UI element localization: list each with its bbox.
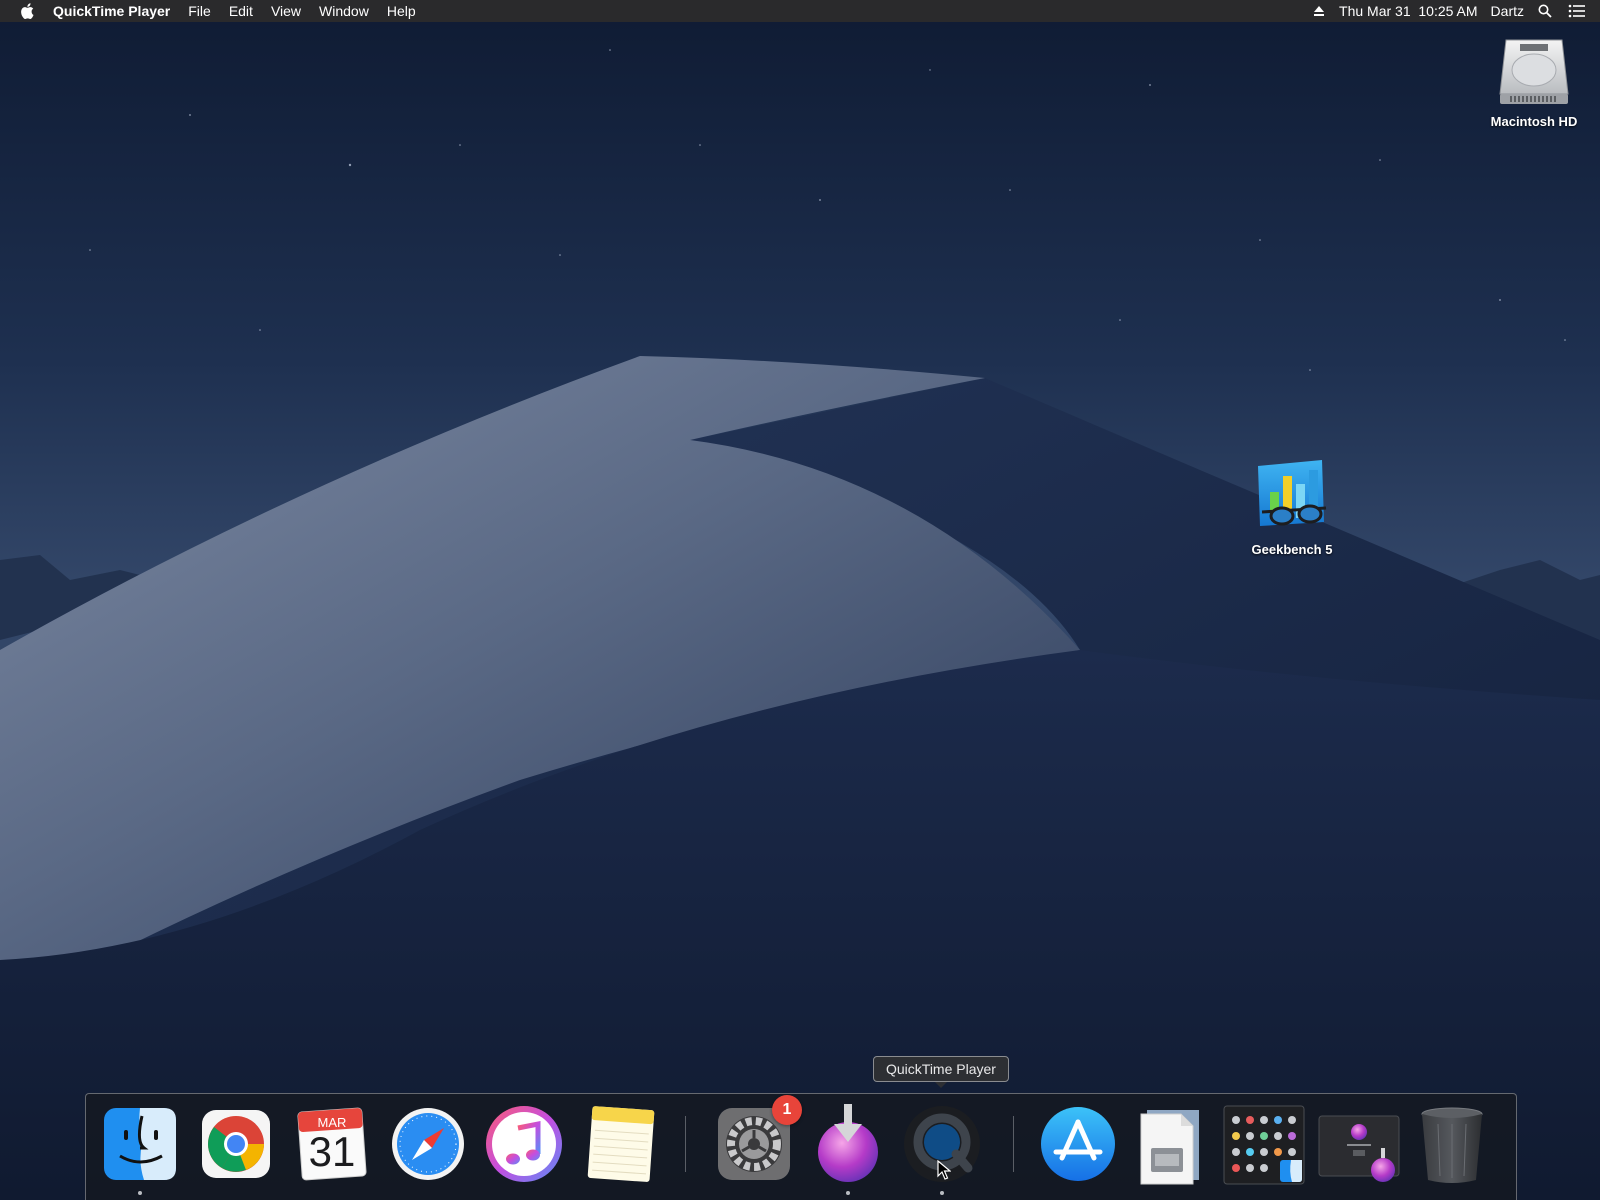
menu-window[interactable]: Window (319, 3, 369, 19)
calendar-day: 31 (308, 1128, 356, 1175)
app-menu-quicktime[interactable]: QuickTime Player (53, 3, 170, 19)
app-store-icon (1041, 1107, 1115, 1181)
menubar-clock[interactable]: Thu Mar 31 10:25 AM (1339, 3, 1478, 19)
spotlight-search-icon[interactable] (1538, 4, 1552, 18)
menu-help[interactable]: Help (387, 3, 416, 19)
running-indicator (138, 1191, 142, 1195)
dock-item-macos-monterey[interactable] (1317, 1102, 1401, 1186)
document-icon (1140, 1110, 1199, 1185)
trash-icon (1421, 1107, 1483, 1183)
dock-item-document[interactable] (1129, 1102, 1213, 1186)
desktop-wallpaper (0, 0, 1600, 1200)
notification-badge: 1 (772, 1095, 802, 1125)
desktop-icon-macintosh-hd[interactable]: Macintosh HD (1479, 32, 1589, 129)
dock-item-app-store[interactable] (1036, 1102, 1120, 1186)
itunes-icon (486, 1106, 562, 1182)
applications-folder-icon (1223, 1105, 1305, 1185)
dock-item-finder[interactable] (98, 1102, 182, 1195)
dock-item-safari[interactable] (386, 1102, 470, 1186)
dock-separator (685, 1116, 686, 1172)
monterey-window-icon (1318, 1115, 1400, 1182)
eject-icon[interactable] (1313, 5, 1325, 17)
dock: MAR 31 1 (85, 1093, 1517, 1200)
dock-tooltip: QuickTime Player (873, 1056, 1009, 1088)
safari-icon (392, 1108, 464, 1180)
desktop-icon-label: Geekbench 5 (1251, 542, 1333, 557)
dock-item-system-preferences[interactable]: 1 (712, 1095, 802, 1186)
menu-file[interactable]: File (188, 3, 211, 19)
desktop-icon-geekbench-5[interactable]: Geekbench 5 (1237, 456, 1347, 557)
menu-edit[interactable]: Edit (229, 3, 253, 19)
running-indicator (846, 1191, 850, 1195)
menubar-user[interactable]: Dartz (1491, 3, 1524, 19)
geekbench-icon (1258, 460, 1327, 526)
mouse-cursor-icon (937, 1160, 951, 1180)
notes-icon (587, 1106, 655, 1182)
menu-bar: QuickTime Player File Edit View Window H… (0, 0, 1600, 22)
running-indicator (940, 1191, 944, 1195)
dock-item-trash[interactable] (1410, 1102, 1494, 1186)
apple-icon[interactable] (14, 0, 40, 22)
menu-view[interactable]: View (271, 3, 301, 19)
notification-center-icon[interactable] (1568, 4, 1586, 18)
finder-icon (104, 1108, 176, 1180)
desktop-icon-label: Macintosh HD (1490, 114, 1578, 129)
hard-drive-icon (1499, 39, 1569, 104)
dock-item-macos-installer[interactable] (806, 1102, 890, 1195)
dock-item-itunes[interactable] (482, 1102, 566, 1186)
dock-item-notes[interactable] (578, 1102, 662, 1186)
installer-icon (818, 1104, 878, 1182)
dock-item-calendar[interactable]: MAR 31 (290, 1102, 374, 1186)
dock-item-applications[interactable] (1222, 1102, 1306, 1186)
dock-item-google-chrome[interactable] (194, 1102, 278, 1186)
dock-separator (1013, 1116, 1014, 1172)
chrome-icon (202, 1110, 270, 1178)
